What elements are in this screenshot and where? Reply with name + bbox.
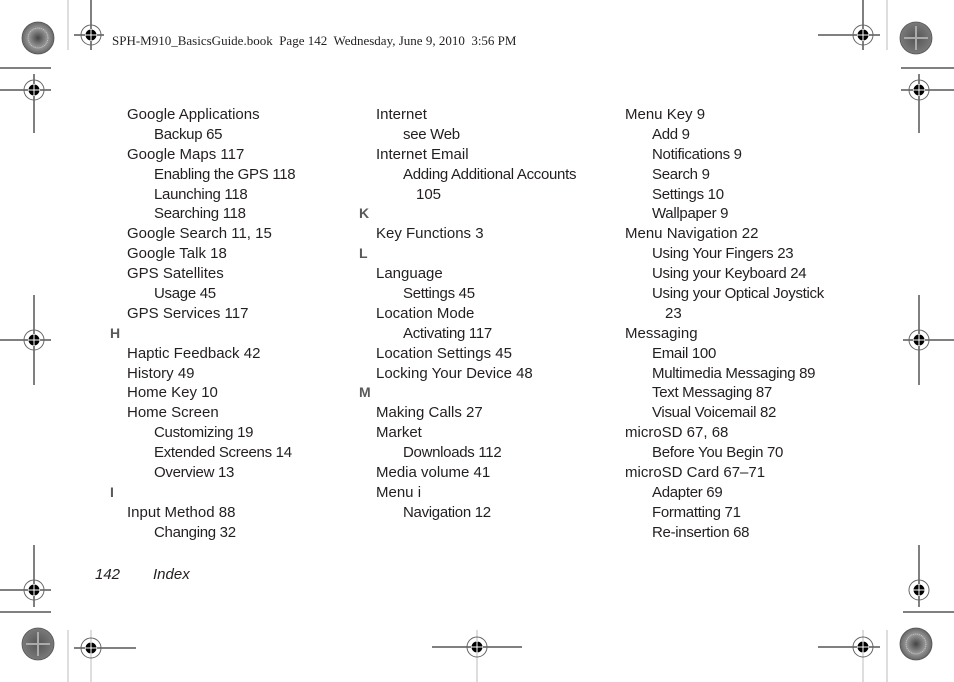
index-subentry: see Web bbox=[403, 125, 460, 143]
index-subentry: Settings 10 bbox=[652, 185, 724, 203]
registration-mark-top-right-icon bbox=[818, 0, 880, 50]
index-subentry: Re-insertion 68 bbox=[652, 523, 750, 541]
registration-mark-right-lower-icon bbox=[903, 545, 954, 613]
index-subentry: Changing 32 bbox=[154, 523, 236, 541]
color-wheel-top-left-icon bbox=[21, 21, 55, 55]
index-subentry: Add 9 bbox=[652, 125, 690, 143]
registration-mark-left-lower-icon bbox=[0, 545, 51, 613]
index-entry: Market bbox=[376, 424, 422, 442]
index-entry: Internet bbox=[376, 106, 427, 123]
index-entry: Location Mode bbox=[376, 304, 475, 322]
color-wheel-top-right-icon bbox=[899, 21, 933, 55]
index-subentry: Multimedia Messaging 89 bbox=[652, 364, 816, 382]
color-wheel-bottom-left-icon bbox=[21, 627, 55, 661]
index-subentry-continuation: 23 bbox=[665, 304, 682, 322]
index-entry: Google Applications bbox=[127, 106, 260, 123]
registration-mark-top-left-icon bbox=[74, 0, 104, 50]
index-entry: Menu Navigation 22 bbox=[625, 225, 759, 243]
index-subentry: Using your Keyboard 24 bbox=[652, 265, 807, 283]
registration-mark-bottom-center-icon bbox=[432, 630, 522, 682]
index-subentry: Wallpaper 9 bbox=[652, 205, 729, 223]
registration-mark-bottom-left-icon bbox=[74, 630, 136, 682]
registration-mark-left-middle-icon bbox=[0, 295, 51, 385]
index-subentry: Using Your Fingers 23 bbox=[652, 245, 794, 263]
index-subentry: Search 9 bbox=[652, 165, 710, 183]
index-subentry: Extended Screens 14 bbox=[154, 444, 292, 462]
registration-mark-right-upper-icon bbox=[901, 67, 954, 133]
index-entry: Menu Key 9 bbox=[625, 106, 706, 123]
registration-mark-bottom-right-icon bbox=[818, 630, 880, 682]
index-entry: Language bbox=[376, 265, 443, 283]
index-letter-heading: I bbox=[110, 483, 114, 500]
index-subentry: Text Messaging 87 bbox=[652, 384, 772, 402]
index-subentry: Navigation 12 bbox=[403, 503, 491, 521]
section-title: Index bbox=[153, 566, 190, 583]
index-subentry: Using your Optical Joystick bbox=[652, 285, 824, 303]
page-number: 142 bbox=[95, 566, 121, 583]
index-entry: Haptic Feedback 42 bbox=[127, 344, 261, 362]
index-subentry: Backup 65 bbox=[154, 125, 223, 143]
index-entry: Messaging bbox=[625, 324, 698, 342]
print-slug-header: SPH-M910_BasicsGuide.book Page 142 Wedne… bbox=[112, 33, 517, 48]
index-entry: Media volume 41 bbox=[376, 464, 491, 482]
index-subentry: Activating 117 bbox=[403, 324, 492, 342]
index-column-1: Google Applications Backup 65 Google Maps … bbox=[110, 105, 296, 543]
index-subentry: Enabling the GPS 118 bbox=[154, 165, 296, 183]
index-entry: Google Maps 117 bbox=[127, 145, 245, 163]
index-entry: Location Settings 45 bbox=[376, 344, 512, 362]
index-subentry: Settings 45 bbox=[403, 285, 475, 303]
index-column-2: Internet see Web Internet Email Adding Addi… bbox=[359, 105, 576, 523]
index-column-3: Menu Key 9 Add 9 Notifications 9 Search 9 Se… bbox=[608, 105, 824, 543]
index-subentry: Adding Additional Accounts bbox=[403, 165, 577, 183]
index-entry: Menu i bbox=[376, 483, 422, 501]
color-wheel-bottom-right-icon bbox=[899, 627, 933, 661]
index-entry: GPS Services 117 bbox=[127, 304, 249, 322]
index-letter-heading: H bbox=[110, 324, 121, 341]
index-entry: Key Functions 3 bbox=[376, 225, 484, 243]
index-entry: Home Screen bbox=[127, 404, 219, 422]
index-subentry: Customizing 19 bbox=[154, 424, 254, 442]
index-subentry: Usage 45 bbox=[154, 285, 216, 303]
index-subentry: Visual Voicemail 82 bbox=[652, 404, 777, 422]
registration-mark-left-upper-icon bbox=[0, 67, 51, 133]
index-letter-heading: K bbox=[359, 205, 370, 222]
index-entry: Home Key 10 bbox=[127, 384, 218, 402]
index-subentry: Before You Begin 70 bbox=[652, 444, 784, 462]
index-entry: microSD 67, 68 bbox=[625, 424, 729, 442]
index-subentry: Formatting 71 bbox=[652, 503, 741, 521]
index-entry: Making Calls 27 bbox=[376, 404, 483, 422]
index-letter-heading: M bbox=[359, 384, 371, 401]
index-subentry: Email 100 bbox=[652, 344, 717, 362]
index-subentry: Adapter 69 bbox=[652, 483, 723, 501]
index-entry: microSD Card 67–71 bbox=[625, 464, 766, 482]
index-subentry: Searching 118 bbox=[154, 205, 246, 223]
registration-mark-right-middle-icon bbox=[903, 295, 954, 385]
index-subentry: Downloads 112 bbox=[403, 444, 502, 462]
index-entry: Google Talk 18 bbox=[127, 245, 227, 263]
index-letter-heading: L bbox=[359, 245, 368, 262]
index-subentry: Overview 13 bbox=[154, 464, 235, 482]
index-entry: History 49 bbox=[127, 364, 195, 382]
index-entry: Locking Your Device 48 bbox=[376, 364, 533, 382]
index-subentry: Launching 118 bbox=[154, 185, 248, 203]
index-entry: Google Search 11, 15 bbox=[127, 225, 272, 243]
index-entry: Internet Email bbox=[376, 145, 469, 163]
index-subentry: Notifications 9 bbox=[652, 145, 742, 163]
index-entry: GPS Satellites bbox=[127, 265, 224, 283]
index-subentry-continuation: 105 bbox=[416, 185, 442, 203]
index-entry: Input Method 88 bbox=[127, 503, 236, 521]
